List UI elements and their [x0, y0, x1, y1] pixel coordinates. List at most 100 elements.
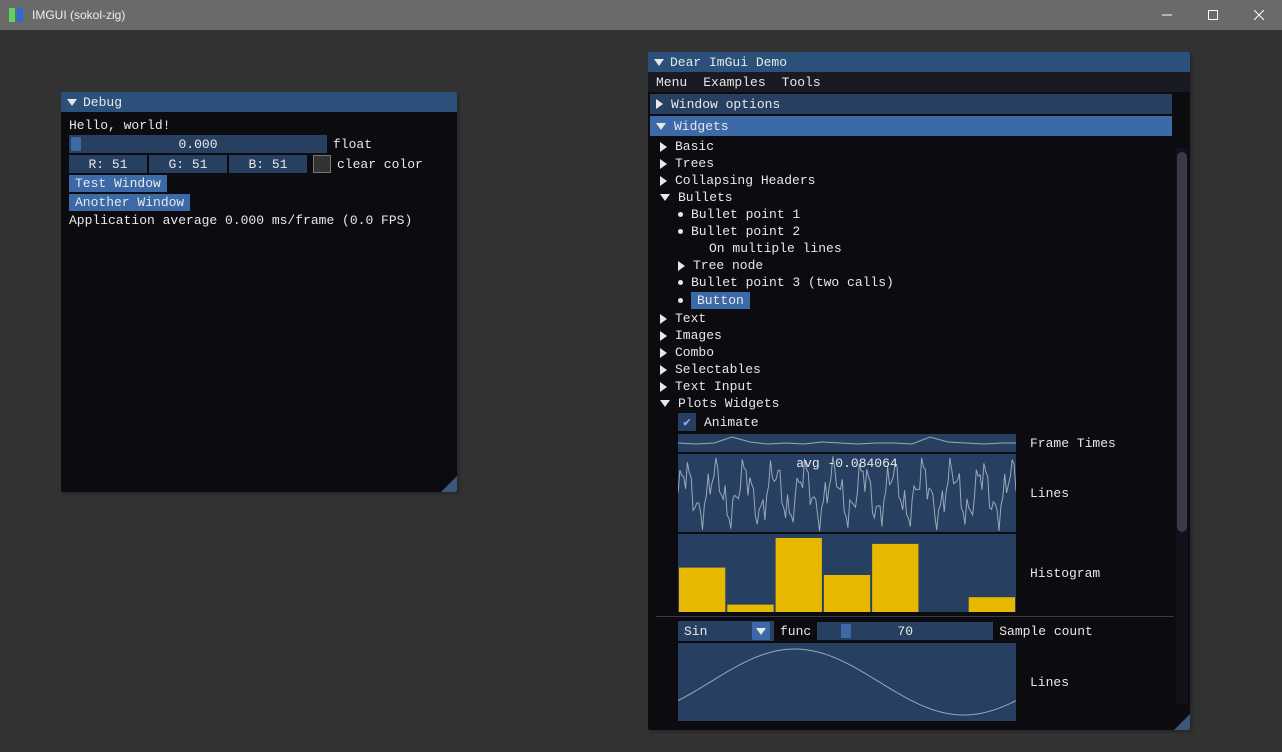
sample-slider[interactable]: 70	[817, 622, 993, 640]
tree-trees[interactable]: Trees	[656, 155, 1174, 172]
animate-label: Animate	[704, 415, 759, 430]
collapse-icon[interactable]	[67, 99, 77, 106]
tree-bullets[interactable]: Bullets	[656, 189, 1174, 206]
scrollbar-thumb[interactable]	[1177, 152, 1187, 532]
lines-overlay: avg -0.084064	[678, 456, 1016, 471]
plot-sine-svg	[678, 643, 1016, 721]
bullet-1: Bullet point 1	[656, 206, 1174, 223]
bullet-2: Bullet point 2	[656, 223, 1174, 240]
chevron-right-icon	[660, 365, 667, 375]
plot-sine[interactable]	[678, 643, 1016, 721]
bullet-text: Bullet point 2	[691, 224, 800, 239]
plot-lines[interactable]: avg -0.084064	[678, 454, 1016, 532]
bullet-icon	[678, 298, 683, 303]
vertical-scrollbar[interactable]	[1176, 148, 1188, 704]
color-edit[interactable]: R: 51 G: 51 B: 51	[69, 155, 307, 173]
tree-label: Combo	[675, 345, 714, 360]
tree-label: Images	[675, 328, 722, 343]
chevron-right-icon	[660, 142, 667, 152]
menu-menu[interactable]: Menu	[656, 75, 687, 90]
tree-node-child[interactable]: Tree node	[656, 257, 1174, 274]
tree-label: Text	[675, 311, 706, 326]
chevron-right-icon	[678, 261, 685, 271]
color-swatch[interactable]	[313, 155, 331, 173]
animate-checkbox[interactable]: ✔	[678, 413, 696, 431]
tree-selectables[interactable]: Selectables	[656, 361, 1174, 378]
resize-grip[interactable]	[441, 476, 457, 492]
histogram-label: Histogram	[1030, 566, 1100, 581]
minimize-button[interactable]	[1144, 0, 1190, 30]
animate-row: ✔ Animate	[656, 412, 1174, 432]
stats-text: Application average 0.000 ms/frame (0.0 …	[69, 213, 412, 228]
color-r[interactable]: R: 51	[69, 155, 147, 173]
header-widgets[interactable]: Widgets	[650, 116, 1172, 136]
header-label: Window options	[671, 97, 780, 112]
chevron-down-icon	[752, 622, 770, 640]
clear-color-label: clear color	[337, 157, 423, 172]
tree-basic[interactable]: Basic	[656, 138, 1174, 155]
hello-text: Hello, world!	[69, 118, 170, 133]
menu-bar: Menu Examples Tools	[648, 72, 1190, 92]
debug-title: Debug	[83, 95, 122, 110]
another-window-button[interactable]: Another Window	[69, 194, 190, 211]
test-window-button[interactable]: Test Window	[69, 175, 167, 192]
float-value: 0.000	[69, 135, 327, 153]
tree-images[interactable]: Images	[656, 327, 1174, 344]
chevron-right-icon	[660, 159, 667, 169]
tree-plots-widgets[interactable]: Plots Widgets	[656, 395, 1174, 412]
client-area: Debug Hello, world! 0.000 float R: 51 G:…	[0, 30, 1282, 752]
app-icon	[8, 7, 24, 23]
tree-label: Text Input	[675, 379, 753, 394]
float-label: float	[333, 137, 372, 152]
debug-titlebar[interactable]: Debug	[61, 92, 457, 112]
bullet-text: On multiple lines	[709, 241, 842, 256]
float-slider[interactable]: 0.000	[69, 135, 327, 153]
bullet-button-btn[interactable]: Button	[691, 292, 750, 309]
bullet-2-line2: On multiple lines	[656, 240, 1174, 257]
header-window-options[interactable]: Window options	[650, 94, 1172, 114]
tree-text[interactable]: Text	[656, 310, 1174, 327]
tree-label: Trees	[675, 156, 714, 171]
tree-label: Tree node	[693, 258, 763, 273]
check-icon: ✔	[683, 415, 691, 430]
combo-selected: Sin	[684, 624, 707, 639]
tree-text-input[interactable]: Text Input	[656, 378, 1174, 395]
func-label: func	[780, 624, 811, 639]
tree-label: Plots Widgets	[678, 396, 779, 411]
collapse-icon[interactable]	[654, 59, 664, 66]
menu-examples[interactable]: Examples	[703, 75, 765, 90]
demo-window[interactable]: Dear ImGui Demo Menu Examples Tools Wind…	[648, 52, 1190, 730]
chevron-right-icon	[660, 382, 667, 392]
resize-grip[interactable]	[1174, 714, 1190, 730]
tree-collapsing-headers[interactable]: Collapsing Headers	[656, 172, 1174, 189]
chevron-right-icon	[660, 176, 667, 186]
chevron-down-icon	[660, 400, 670, 407]
tree-label: Basic	[675, 139, 714, 154]
tree-label: Collapsing Headers	[675, 173, 815, 188]
sample-value: 70	[817, 622, 993, 640]
plot-frame-times[interactable]	[678, 434, 1016, 452]
header-label: Widgets	[674, 119, 729, 134]
lines-label: Lines	[1030, 486, 1069, 501]
close-button[interactable]	[1236, 0, 1282, 30]
color-g[interactable]: G: 51	[149, 155, 227, 173]
plot-frame-times-svg	[678, 434, 1016, 452]
chevron-right-icon	[660, 348, 667, 358]
tree-combo[interactable]: Combo	[656, 344, 1174, 361]
plot-histogram[interactable]	[678, 534, 1016, 612]
func-combo[interactable]: Sin	[678, 621, 774, 641]
maximize-button[interactable]	[1190, 0, 1236, 30]
bullet-text: Bullet point 1	[691, 207, 800, 222]
bullet-icon	[678, 212, 683, 217]
color-b[interactable]: B: 51	[229, 155, 307, 173]
chevron-right-icon	[660, 331, 667, 341]
bullet-button: Button	[656, 291, 1174, 310]
bullet-icon	[678, 229, 683, 234]
menu-tools[interactable]: Tools	[782, 75, 821, 90]
os-titlebar: IMGUI (sokol-zig)	[0, 0, 1282, 30]
demo-titlebar[interactable]: Dear ImGui Demo	[648, 52, 1190, 72]
debug-window[interactable]: Debug Hello, world! 0.000 float R: 51 G:…	[61, 92, 457, 492]
chevron-down-icon	[656, 123, 666, 130]
bullet-3: Bullet point 3 (two calls)	[656, 274, 1174, 291]
frame-times-label: Frame Times	[1030, 436, 1116, 451]
